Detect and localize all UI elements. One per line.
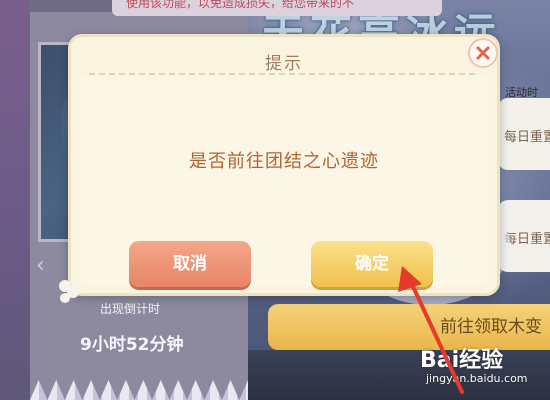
watermark-brand: Bai经验 (420, 348, 504, 373)
reset-card-1[interactable]: 每日重置 (498, 98, 550, 170)
reset-label: 每日重置 (504, 130, 550, 145)
confirm-button[interactable]: 确定 (311, 241, 433, 287)
cloud-icon (59, 280, 79, 303)
left-arrow-icon[interactable]: ‹ (36, 252, 52, 280)
close-icon (476, 46, 490, 60)
collect-button[interactable]: 前往领取木变 (268, 304, 550, 350)
countdown-label: 出现倒计时 (100, 302, 161, 316)
dialog-message: 是否前往团结之心遗迹 (189, 151, 379, 172)
watermark-url: jingyan.baidu.com (426, 372, 528, 385)
countdown-value: 9小时52分钟 (80, 335, 184, 355)
prompt-dialog: 提示 是否前往团结之心遗迹 取消 确定 (68, 34, 500, 296)
close-button[interactable] (468, 38, 498, 68)
dialog-title: 提示 (265, 54, 303, 74)
cancel-button[interactable]: 取消 (129, 241, 251, 287)
top-hint-text: 使用该功能，以免造成损失，给您带来的不 (112, 0, 442, 16)
left-edge-strip (0, 0, 30, 400)
reset-label: 每日重置 (504, 232, 550, 247)
